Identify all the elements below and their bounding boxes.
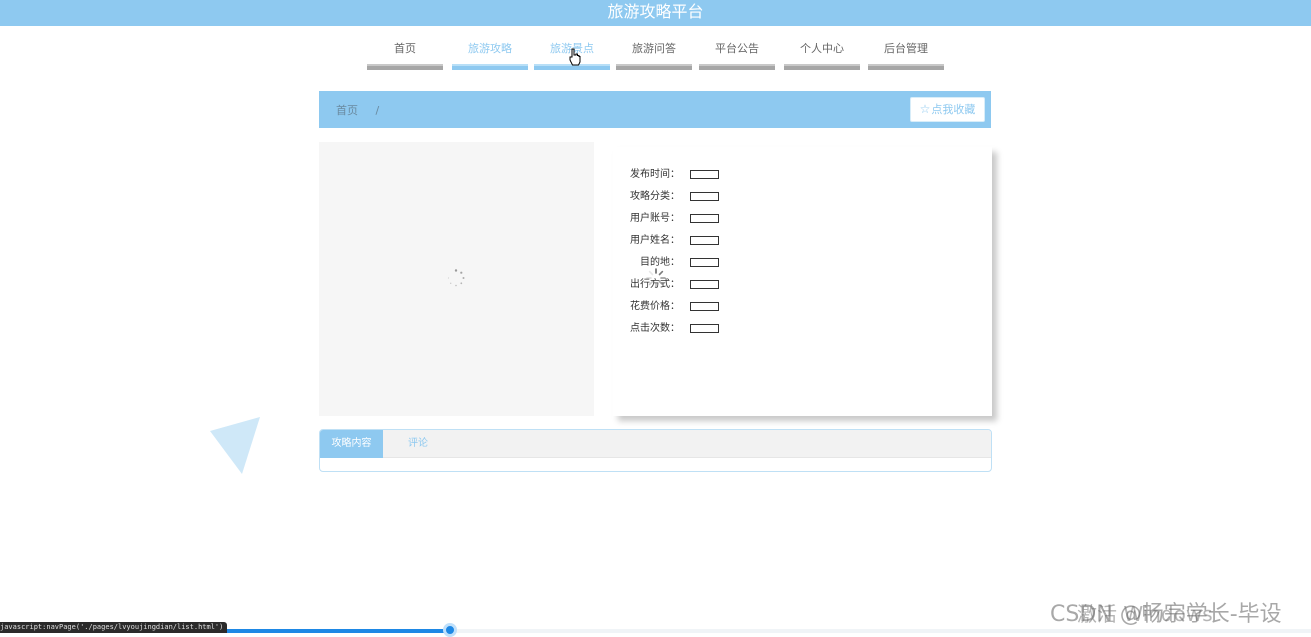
detail-row-price: 花费价格： [613,300,913,314]
details-panel: 发布时间： 攻略分类： 用户账号： 用户姓名： 目的地： 出行方式： 花费价格：… [613,147,992,416]
detail-value [690,214,719,223]
tab-label: 攻略内容 [331,438,372,449]
favorite-button[interactable]: ☆点我收藏 [910,97,985,122]
nav-item-label: 平台公告 [715,42,759,55]
tab-guide-content[interactable]: 攻略内容 [320,430,383,458]
nav-item-underline [367,64,443,70]
detail-label: 攻略分类： [630,191,680,202]
nav-item-qa[interactable]: 旅游问答 [616,34,692,70]
nav-item-announcements[interactable]: 平台公告 [699,34,775,70]
favorite-button-label: 点我收藏 [931,103,976,116]
hand-cursor-icon [569,48,581,66]
csdn-watermark: CSDN @畅宗学长-毕设 [1050,602,1282,627]
tab-comments[interactable]: 评论 [383,430,453,458]
site-title: 旅游攻略平台 [607,2,704,21]
nav-item-label: 后台管理 [884,42,928,55]
detail-value [690,324,719,333]
nav-item-admin[interactable]: 后台管理 [868,34,944,70]
nav-item-underline [452,64,528,70]
detail-label: 用户姓名： [630,235,680,246]
content-tabs: 攻略内容 评论 [319,429,992,472]
detail-value [690,236,719,245]
nav-item-label: 首页 [394,42,416,55]
star-icon: ☆ [919,102,931,116]
detail-row-click-count: 点击次数： [613,322,913,336]
nav-item-home[interactable]: 首页 [367,34,443,70]
detail-label: 用户账号： [630,213,680,224]
detail-row-category: 攻略分类： [613,190,913,204]
nav-item-travel-guides[interactable]: 旅游攻略 [452,34,528,70]
nav-item-underline [868,64,944,70]
detail-value [690,280,719,289]
detail-label: 发布时间： [630,169,680,180]
detail-value [690,192,719,201]
breadcrumb: 首页 / [336,102,379,118]
detail-value [690,302,719,311]
breadcrumb-home-link[interactable]: 首页 [336,104,358,117]
detail-row-publish-time: 发布时间： [613,168,913,182]
detail-value [690,170,719,179]
progress-knob [443,623,457,637]
nav-item-personal-center[interactable]: 个人中心 [784,34,860,70]
loading-spinner-icon [646,268,666,288]
breadcrumb-bar: 首页 / ☆点我收藏 [319,91,991,128]
breadcrumb-separator: / [375,104,380,117]
nav-item-underline [616,64,692,70]
nav-item-underline [699,64,775,70]
site-header: 旅游攻略平台 [0,0,1311,26]
nav-item-label: 旅游攻略 [468,42,512,55]
detail-row-user-name: 用户姓名： [613,234,913,248]
loading-spinner-icon [447,269,465,287]
status-bar-url: javascript:navPage('./pages/lvyoujingdia… [0,622,228,633]
nav-item-label: 个人中心 [800,42,844,55]
detail-label: 点击次数： [630,323,680,334]
detail-row-user-account: 用户账号： [613,212,913,226]
nav-item-label: 旅游问答 [632,42,676,55]
decorative-triangle [210,417,260,474]
detail-label: 花费价格： [630,301,680,312]
tab-label: 评论 [408,438,428,449]
detail-value [690,258,719,267]
tabs-header: 攻略内容 评论 [320,430,991,458]
nav-item-underline [784,64,860,70]
